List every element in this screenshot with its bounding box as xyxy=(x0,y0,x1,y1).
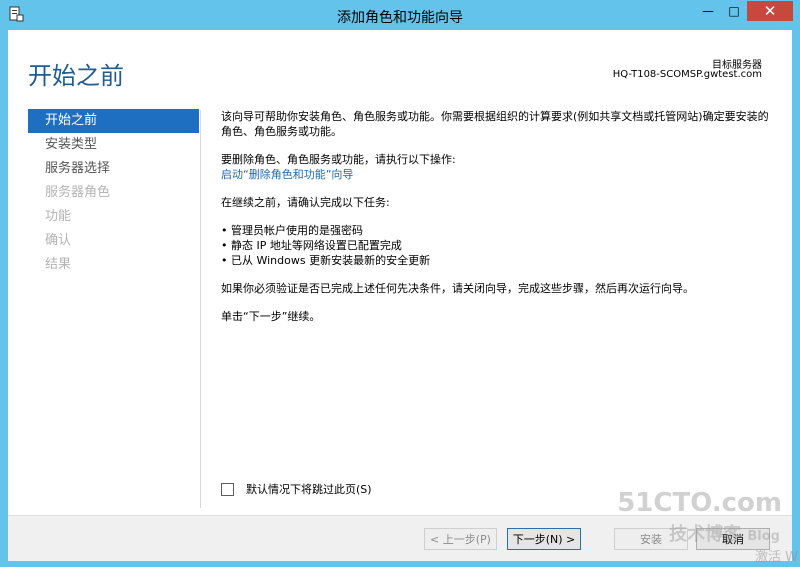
watermark-logo: 51CTO.com xyxy=(617,488,782,518)
nav-item-installation-type[interactable]: 安装类型 xyxy=(28,133,199,157)
wizard-window: 添加角色和功能向导 — □ ✕ 开始之前 目标服务器 HQ-T108-SCOMS… xyxy=(0,0,800,567)
minimize-button[interactable]: — xyxy=(695,1,721,21)
click-next-text: 单击“下一步”继续。 xyxy=(221,310,321,323)
before-continue-text: 在继续之前，请确认完成以下任务: xyxy=(221,196,390,209)
window-title: 添加角色和功能向导 xyxy=(337,10,463,26)
target-server-name: HQ-T108-SCOMSP.gwtest.com xyxy=(612,69,762,80)
skip-page-option[interactable]: 默认情况下将跳过此页(S) xyxy=(221,481,372,497)
skip-page-label[interactable]: 默认情况下将跳过此页(S) xyxy=(246,481,372,497)
prereq-list: • 管理员帐户使用的是强密码 • 静态 IP 地址等网络设置已配置完成 • 已从 Wi… xyxy=(221,223,776,268)
previous-button[interactable]: < 上一步(P) xyxy=(424,528,497,550)
title-bar[interactable]: 添加角色和功能向导 — □ ✕ xyxy=(0,0,800,30)
nav-item-server-selection[interactable]: 服务器选择 xyxy=(28,157,199,181)
verify-note: 如果你必须验证是否已完成上述任何先决条件，请关闭向导，完成这些步骤，然后再次运行… xyxy=(221,282,694,295)
list-item: • 已从 Windows 更新安装最新的安全更新 xyxy=(221,254,431,267)
nav-item-results: 结果 xyxy=(45,257,72,272)
intro-text: 该向导可帮助你安装角色、角色服务或功能。你需要根据组织的计算要求(例如共享文档或… xyxy=(221,110,769,138)
activation-watermark: 激活 W xyxy=(755,550,798,565)
close-button[interactable]: ✕ xyxy=(747,1,793,21)
nav-item-features: 功能 xyxy=(45,209,72,224)
wizard-body: 开始之前 目标服务器 HQ-T108-SCOMSP.gwtest.com 开始之… xyxy=(8,30,792,561)
nav-item-confirmation: 确认 xyxy=(45,233,72,248)
nav-item-server-roles: 服务器角色 xyxy=(45,185,111,200)
maximize-button[interactable]: □ xyxy=(721,1,747,21)
content-pane: 该向导可帮助你安装角色、角色服务或功能。你需要根据组织的计算要求(例如共享文档或… xyxy=(221,109,776,337)
skip-page-checkbox[interactable] xyxy=(221,482,234,496)
remove-roles-link[interactable]: 启动“删除角色和功能”向导 xyxy=(221,168,353,181)
wizard-nav: 开始之前 安装类型 服务器选择 服务器角色 功能 确认 结果 xyxy=(28,109,199,277)
nav-item-before-you-begin[interactable]: 开始之前 xyxy=(28,109,199,133)
page-title: 开始之前 xyxy=(28,62,124,90)
remove-prompt: 要删除角色、角色服务或功能，请执行以下操作: xyxy=(221,153,456,166)
next-button[interactable]: 下一步(N) > xyxy=(507,528,581,550)
list-item: • 静态 IP 地址等网络设置已配置完成 xyxy=(221,239,402,252)
nav-divider xyxy=(200,110,201,508)
list-item: • 管理员帐户使用的是强密码 xyxy=(221,224,363,237)
watermark-subtitle: 技术博客 Blog xyxy=(669,524,780,545)
